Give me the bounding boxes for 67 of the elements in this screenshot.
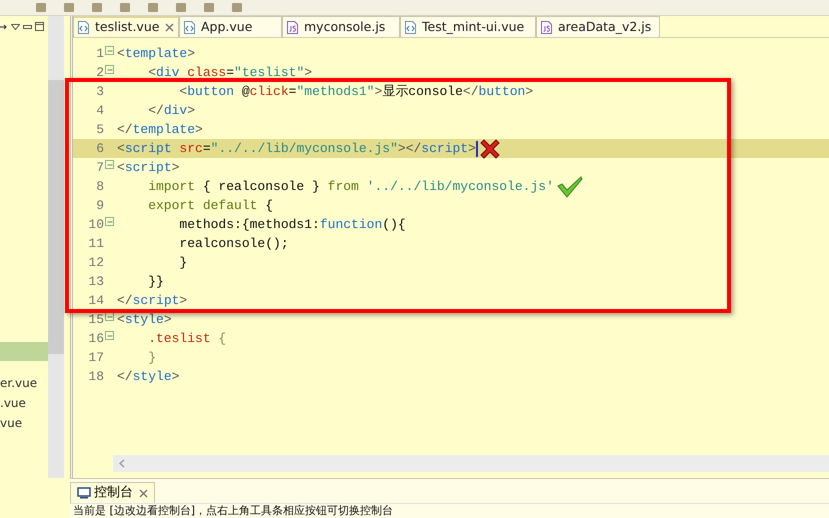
code-file-icon <box>405 20 416 34</box>
editor-tab[interactable]: teslist.vue <box>73 16 179 37</box>
line-number: 14 <box>87 292 104 310</box>
line-number: 9 <box>95 197 104 215</box>
code-line: export default { <box>147 197 274 215</box>
editor-tab[interactable]: Test_mint-ui.vue <box>400 16 536 37</box>
code-line: } <box>178 254 188 272</box>
code-line: <template> <box>116 45 196 63</box>
script-file-icon <box>541 20 552 34</box>
line-number: 5 <box>95 121 104 139</box>
line-number: 16 <box>87 330 104 348</box>
editor-tab[interactable]: myconsole.js <box>282 16 400 37</box>
code-line: <div class="teslist"> <box>147 64 312 82</box>
line-number: 6 <box>95 140 104 158</box>
line-number: 10 <box>87 216 104 234</box>
line-number: 3 <box>95 83 104 101</box>
fold-toggle-icon[interactable] <box>105 160 114 169</box>
code-line: methods:{methods1:function(){ <box>178 216 406 234</box>
code-line: <script src="../../lib/myconsole.js"></script> <box>116 140 476 158</box>
line-number: 8 <box>95 178 104 196</box>
script-file-icon <box>287 20 298 34</box>
horizontal-scrollbar[interactable] <box>113 455 829 472</box>
arrow-icon[interactable] <box>0 22 8 30</box>
file-item[interactable]: er.vue <box>0 373 48 393</box>
code-line: </script> <box>116 292 188 310</box>
code-editor[interactable] <box>73 37 829 472</box>
line-number: 11 <box>87 235 104 253</box>
console-tab[interactable]: 控制台 <box>70 482 155 503</box>
fold-toggle-icon[interactable] <box>105 217 114 226</box>
scrollbar[interactable] <box>48 16 64 478</box>
line-number: 1 <box>95 45 104 63</box>
code-file-icon <box>78 21 89 34</box>
line-number: 17 <box>87 349 104 367</box>
code-line: }} <box>147 273 164 291</box>
close-icon[interactable] <box>165 23 174 32</box>
editor-tab[interactable]: areaData_v2.js <box>536 16 660 37</box>
line-number: 4 <box>95 102 104 120</box>
code-file-icon <box>184 20 195 34</box>
maximize-icon[interactable] <box>35 22 44 31</box>
line-number: 12 <box>87 254 104 272</box>
fold-toggle-icon[interactable] <box>105 46 114 55</box>
code-line: </style> <box>116 368 180 386</box>
close-icon[interactable] <box>139 488 148 498</box>
code-line: realconsole(); <box>178 235 289 253</box>
minimize-icon[interactable] <box>23 24 32 28</box>
view-menu-icon[interactable] <box>11 24 20 30</box>
line-number: 18 <box>87 368 104 386</box>
file-item[interactable]: .vue <box>0 393 48 413</box>
code-line: </div> <box>147 102 196 120</box>
code-line: } <box>147 349 156 367</box>
line-number: 13 <box>87 273 104 291</box>
code-line: <button @click="methods1">显示console</button> <box>178 83 534 101</box>
fold-toggle-icon[interactable] <box>105 331 114 340</box>
code-line: </template> <box>116 121 203 139</box>
console-message: 当前是 [边改边看控制台]，点右上角工具条相应按钮可切换控制台 <box>70 503 829 518</box>
code-line: import { realconsole } from '../../lib/myconsole.js' <box>147 178 554 196</box>
line-number: 2 <box>95 64 104 82</box>
line-number: 7 <box>95 159 104 177</box>
editor-tab[interactable]: App.vue <box>179 16 282 37</box>
code-line: <script> <box>116 159 180 177</box>
monitor-icon <box>77 487 91 499</box>
line-number: 15 <box>87 311 104 329</box>
file-item[interactable]: vue <box>0 413 48 433</box>
code-line: .teslist { <box>147 330 226 348</box>
code-line: <style> <box>116 311 172 329</box>
fold-toggle-icon[interactable] <box>105 65 114 74</box>
fold-toggle-icon[interactable] <box>105 312 114 321</box>
